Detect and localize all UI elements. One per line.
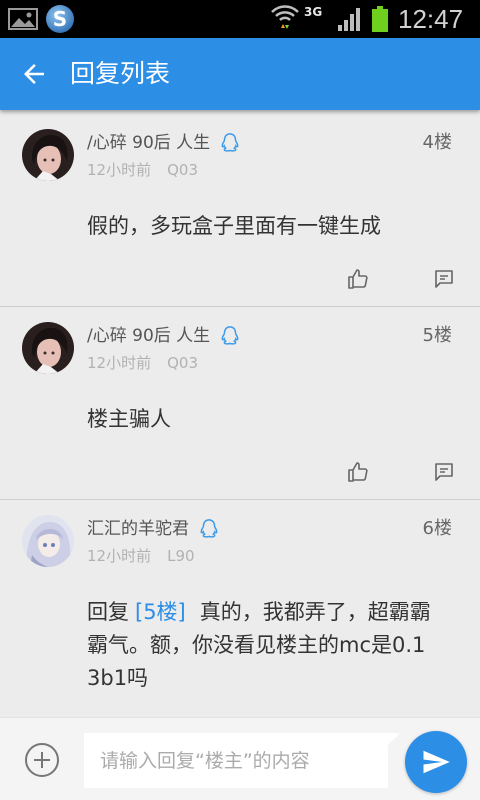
floor-number: 5楼 — [422, 325, 452, 346]
avatar[interactable] — [22, 515, 74, 567]
gallery-icon — [8, 8, 38, 30]
avatar[interactable] — [22, 322, 74, 374]
user-level: Q03 — [167, 354, 198, 372]
reply-list[interactable]: /心碎 90后 人生 12小时前 Q03 4楼 假的，多玩盒子里面有一键生成 /… — [0, 110, 480, 718]
comment-actions — [0, 457, 480, 487]
comment-icon[interactable] — [432, 460, 456, 484]
wifi-icon — [271, 5, 299, 29]
battery-icon — [372, 6, 388, 32]
app-bar: 回复列表 — [0, 38, 480, 110]
back-button[interactable] — [14, 54, 54, 94]
avatar[interactable] — [22, 129, 74, 181]
comment-actions — [0, 264, 480, 294]
floor-number: 4楼 — [422, 132, 452, 153]
floor-number: 6楼 — [422, 518, 452, 539]
user-name-row: 汇汇的羊驼君 — [87, 517, 220, 541]
network-type: 3G — [304, 5, 323, 19]
comment-content: 假的，多玩盒子里面有一键生成 — [87, 210, 437, 243]
comment-content: 楼主骗人 — [87, 403, 437, 436]
comment-meta: 12小时前 Q03 — [87, 352, 198, 374]
user-name-row: /心碎 90后 人生 — [87, 324, 241, 348]
send-icon — [423, 750, 450, 774]
list-item: 汇汇的羊驼君 12小时前 L90 6楼 回复 [5楼] 真的，我都弄了，超霸霸霸气。额… — [0, 500, 480, 718]
thumbs-up-icon[interactable] — [346, 267, 370, 291]
qq-icon — [200, 519, 218, 538]
reply-input-box — [84, 733, 388, 788]
qq-icon — [221, 133, 239, 152]
comment-meta: 12小时前 L90 — [87, 545, 195, 567]
post-time: 12小时前 — [87, 161, 152, 179]
reply-floor-link[interactable]: [5楼] — [135, 600, 186, 624]
clock: 12:47 — [398, 4, 464, 34]
post-time: 12小时前 — [87, 547, 152, 565]
app-logo-letter: S — [53, 7, 67, 31]
comment-meta: 12小时前 Q03 — [87, 159, 198, 181]
status-bar: S 3G 12:47 — [0, 0, 480, 38]
user-name[interactable]: /心碎 90后 人生 — [87, 131, 210, 155]
thumbs-up-icon[interactable] — [346, 460, 370, 484]
user-level: Q03 — [167, 161, 198, 179]
input-tail — [388, 733, 400, 745]
user-name[interactable]: 汇汇的羊驼君 — [87, 517, 189, 541]
comment-content: 回复 [5楼] 真的，我都弄了，超霸霸霸气。额，你没看见楼主的mc是0.13b1吗 — [87, 596, 437, 695]
comment-header: /心碎 90后 人生 12小时前 Q03 5楼 — [0, 307, 480, 387]
reply-input[interactable] — [84, 733, 388, 788]
avatar-image — [22, 129, 74, 181]
signal-icon — [338, 8, 360, 31]
app-logo-icon: S — [46, 5, 74, 33]
post-time: 12小时前 — [87, 354, 152, 372]
user-level: L90 — [167, 547, 195, 565]
comment-text: 假的，多玩盒子里面有一键生成 — [87, 214, 381, 238]
comment-header: /心碎 90后 人生 12小时前 Q03 4楼 — [0, 114, 480, 194]
comment-text: 楼主骗人 — [87, 407, 171, 431]
send-button[interactable] — [405, 731, 467, 793]
page-title: 回复列表 — [70, 59, 171, 88]
list-item: /心碎 90后 人生 12小时前 Q03 5楼 楼主骗人 — [0, 307, 480, 500]
user-name[interactable]: /心碎 90后 人生 — [87, 324, 210, 348]
reply-composer — [0, 718, 480, 800]
user-name-row: /心碎 90后 人生 — [87, 131, 241, 155]
arrow-left-icon — [24, 64, 44, 84]
list-item: /心碎 90后 人生 12小时前 Q03 4楼 假的，多玩盒子里面有一键生成 — [0, 114, 480, 307]
comment-header: 汇汇的羊驼君 12小时前 L90 6楼 — [0, 500, 480, 580]
qq-icon — [221, 326, 239, 345]
comment-icon[interactable] — [432, 267, 456, 291]
avatar-image — [22, 322, 74, 374]
reply-prefix: 回复 — [87, 600, 129, 624]
avatar-image — [22, 515, 74, 567]
plus-circle-icon[interactable] — [24, 742, 60, 778]
